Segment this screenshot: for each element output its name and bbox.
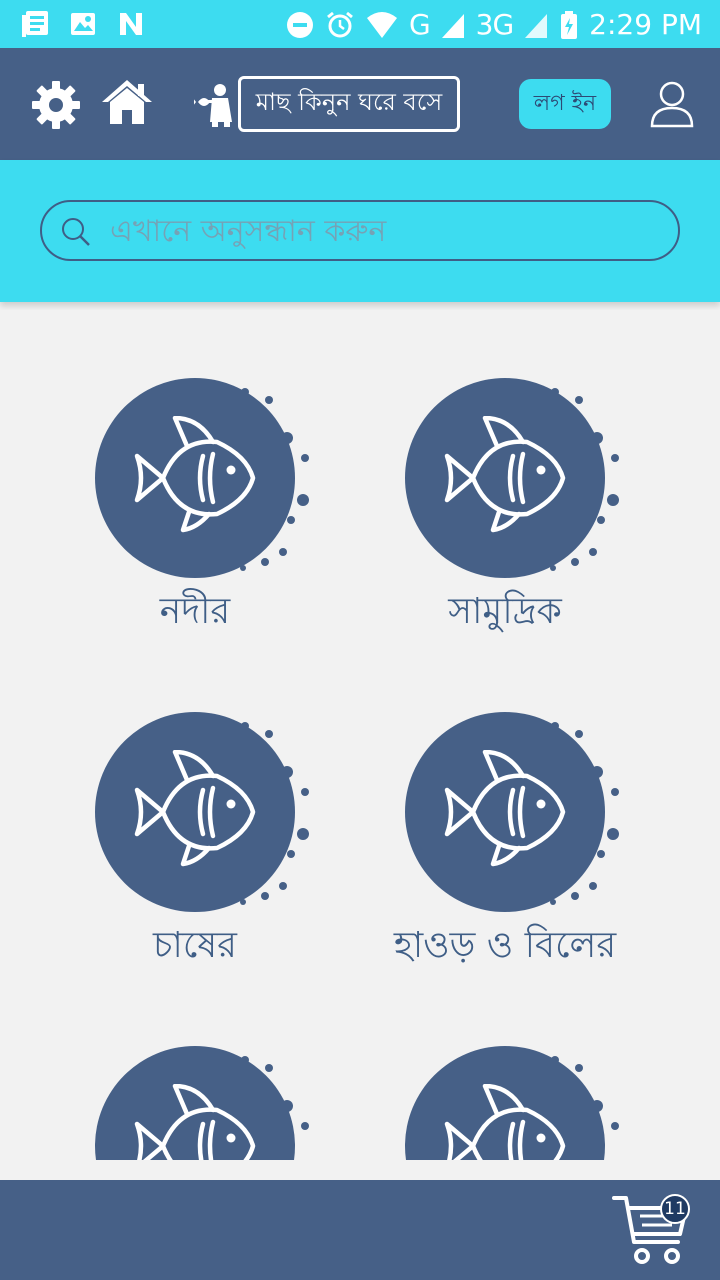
search-box[interactable]: [40, 200, 680, 261]
category-card[interactable]: হাওড় ও বিলের: [394, 712, 705, 1002]
category-label[interactable]: চাষের: [45, 918, 345, 978]
home-icon[interactable]: [100, 78, 154, 126]
category-label[interactable]: হাওড় ও বিলের: [355, 918, 655, 978]
signal-icon: [441, 13, 464, 38]
news-icon: [22, 11, 48, 37]
clock: 2:29 PM: [589, 8, 702, 41]
fish-icon: [443, 415, 567, 544]
fish-icon: [133, 415, 257, 544]
category-label[interactable]: সামুদ্রিক: [355, 584, 655, 644]
search-input[interactable]: [108, 208, 658, 254]
network-type-3g: 3G: [475, 8, 515, 41]
app-header: মাছ কিনুন ঘরে বসে লগ ইন: [0, 48, 720, 160]
network-type: G: [408, 8, 431, 41]
fish-icon: [133, 749, 257, 878]
category-circle[interactable]: [95, 378, 295, 578]
fish-icon: [443, 749, 567, 878]
category-card[interactable]: [405, 1046, 705, 1160]
category-circle[interactable]: [405, 378, 605, 578]
category-card[interactable]: নদীর: [95, 378, 395, 668]
cart-count-badge: 11: [660, 1194, 690, 1224]
search-section: [0, 160, 720, 302]
login-button[interactable]: লগ ইন: [519, 79, 611, 129]
dnd-icon: [286, 11, 313, 38]
category-circle[interactable]: [405, 712, 605, 912]
fish-icon: [443, 1083, 567, 1160]
category-circle[interactable]: [95, 712, 295, 912]
n-app-icon: [120, 13, 142, 35]
category-card[interactable]: সামুদ্রিক: [405, 378, 705, 668]
user-icon[interactable]: [650, 80, 694, 128]
category-label[interactable]: নদীর: [45, 584, 345, 644]
gear-icon[interactable]: [30, 79, 82, 131]
battery-icon: [561, 10, 578, 39]
category-card[interactable]: [95, 1046, 395, 1160]
signal-icon-2: [525, 13, 548, 38]
mascot-logo: [194, 84, 232, 127]
category-card[interactable]: চাষের: [95, 712, 395, 1002]
fish-icon: [133, 1083, 257, 1160]
alarm-icon: [327, 11, 353, 37]
tagline-banner: মাছ কিনুন ঘরে বসে: [238, 76, 460, 132]
status-bar: G 3G 2:29 PM: [0, 0, 720, 48]
wifi-icon: [366, 11, 397, 38]
bottom-bar: [0, 1180, 720, 1280]
search-icon: [62, 218, 90, 246]
image-icon: [71, 13, 95, 35]
category-grid: নদীর সামুদ্রিক চাষের হাওড় ও বিলের: [0, 310, 720, 1160]
